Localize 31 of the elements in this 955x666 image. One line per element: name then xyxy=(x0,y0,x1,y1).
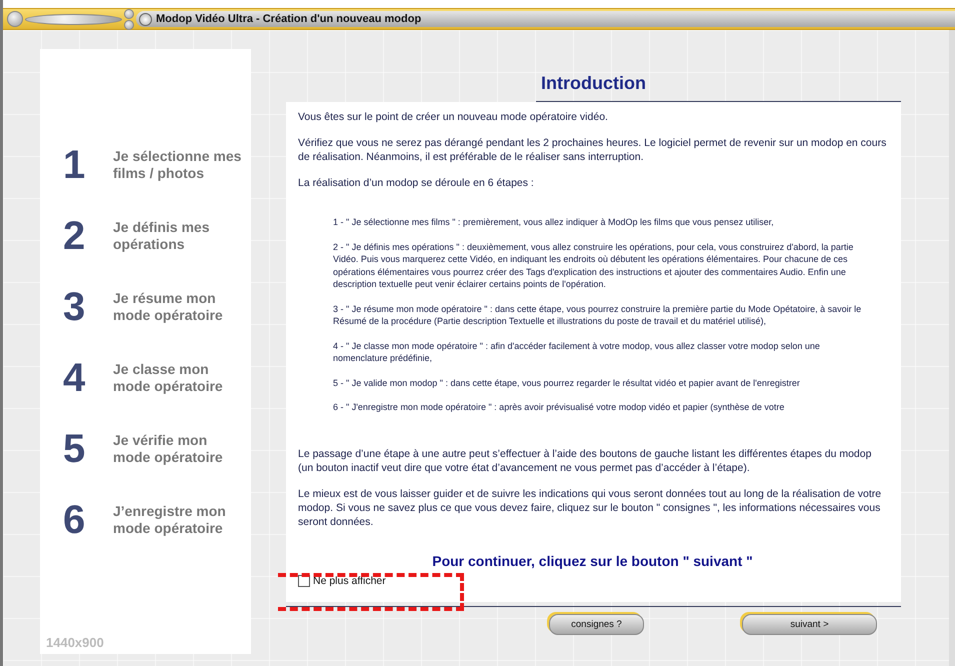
paragraph: Vérifiez que vous ne serez pas dérangé pendant les 2 prochaines heures. Le logiciel permet de revenir sur un modop en cours de réalisation. Néanmoins, il est préférable de le réaliser sans interruption. xyxy=(298,136,887,164)
step-label[interactable]: J’enregistre mon mode opératoire xyxy=(113,503,243,537)
step-description: 1 - " Je sélectionne mes films " : premièrement, vous allez indiquer à ModOp les films que vous pensez utiliser, xyxy=(333,216,775,228)
step-number: 6 xyxy=(63,501,85,539)
step-label[interactable]: Je classe mon mode opératoire xyxy=(113,361,243,395)
paragraph: Vous êtes sur le point de créer un nouveau mode opératoire vidéo. xyxy=(298,110,609,124)
step-number: 2 xyxy=(63,217,85,255)
step-description: 3 - " Je résume mon mode opératoire " : dans cette étape, vous pourrez construire la première partie du Mode Opétatoire, à savoir le Résumé de la procédure (Partie description Textuelle et illustrations du poste de travail et du matériel utilisé), xyxy=(333,302,862,328)
step-number: 5 xyxy=(63,430,85,468)
call-to-action: Pour continuer, cliquez sur le bouton " suivant " xyxy=(431,553,754,569)
window-title: Modop Vidéo Ultra - Création d'un nouveau modop xyxy=(156,13,422,25)
resolution-label: 1440x900 xyxy=(46,635,105,650)
step-description: 2 - " Je définis mes opérations " : deuxièmement, vous allez construire les opérations, pour cela, vous construirez d'abord, la partie Vidéo. Puis vous marquerez cette Vidéo, en indiquant les endroits où débutent les opérations élémentaires. Pour chacune de ces opérations élémentaires vous pourrez créer des Tags d'explication des instructions et ajouter des commentaires Audio. Enfin une description textuelle peut venir éclairer certains points de l'opération. xyxy=(333,240,854,290)
step-number: 1 xyxy=(63,146,85,184)
step-label[interactable]: Je définis mes opérations xyxy=(113,219,243,253)
paragraph: Le mieux est de vous laisser guider et de suivre les indications qui vous seront données tout au long de la réalisation de votre modop. Si vous ne savez plus ce que vous devez faire, cliquez sur le bouton " consignes ", les informations nécessaires vous seront données. xyxy=(298,487,882,529)
step-label[interactable]: Je résume mon mode opératoire xyxy=(113,290,243,324)
step-label[interactable]: Je sélectionne mes films / photos xyxy=(113,148,243,182)
checkbox-label[interactable]: Ne plus afficher xyxy=(313,575,386,587)
step-description: 5 - " Je valide mon modop " : dans cette étape, vous pourrez regarder le résultat vidéo et papier avant de l'enregistrer xyxy=(333,376,801,389)
paragraph: Le passage d’une étape à une autre peut s’effectuer à l’aide des boutons de gauche listant les différentes étapes du modop (un bouton inactif veut dire que votre état d’avancement ne vous permet pas d’accéder à l’étape). xyxy=(298,447,872,475)
paragraph: La réalisation d’un modop se déroule en 6 étapes : xyxy=(298,176,535,190)
step-description: 4 - " Je classe mon mode opératoire " : afin d'accéder facilement à votre modop, vous allez classer votre modop selon une nomenclature prédéfinie, xyxy=(333,340,821,364)
page-heading: Introduction xyxy=(541,73,646,94)
step-number: 4 xyxy=(63,359,85,397)
next-button[interactable]: suivant > xyxy=(742,614,877,635)
step-label[interactable]: Je vérifie mon mode opératoire xyxy=(113,432,243,466)
step-number: 3 xyxy=(63,288,85,326)
help-button[interactable]: consignes ? xyxy=(549,614,644,635)
step-description: 6 - " J'enregistre mon mode opératoire " : après avoir prévisualisé votre modop vidéo et papier (synthèse de votre xyxy=(333,401,786,414)
app-icon xyxy=(139,12,152,26)
